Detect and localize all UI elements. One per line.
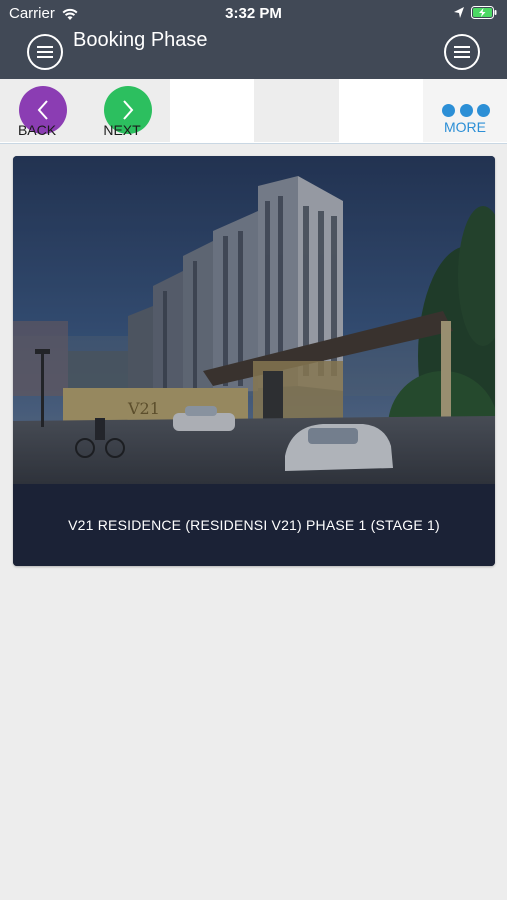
more-dots-icon <box>442 104 490 118</box>
page-title: Booking Phase <box>73 29 208 51</box>
chevron-right-icon <box>123 100 134 120</box>
back-button[interactable]: BACK <box>0 79 84 142</box>
dot <box>477 104 490 117</box>
more-button[interactable]: MORE <box>423 79 507 142</box>
back-label: BACK <box>17 122 57 138</box>
dot <box>459 104 473 117</box>
clock: 3:32 PM <box>225 5 282 22</box>
toolbar-empty-slot <box>170 79 254 142</box>
status-icons <box>453 6 497 19</box>
nav-bar: Booking Phase <box>0 28 507 79</box>
next-button[interactable]: NEXT <box>84 79 170 142</box>
toolbar-empty-slot <box>254 79 339 142</box>
battery-charging-icon <box>471 6 497 19</box>
next-label: NEXT <box>103 122 141 138</box>
menu-button-left[interactable] <box>27 34 63 70</box>
phase-caption: V21 RESIDENCE (RESIDENSI V21) PHASE 1 (S… <box>13 484 495 566</box>
menu-button-right[interactable] <box>444 34 480 70</box>
menu-icon <box>454 46 470 58</box>
header: Carrier 3:32 PM Booking Phase <box>0 0 507 79</box>
dot <box>442 104 455 117</box>
location-arrow-icon <box>454 7 464 18</box>
phase-image: V21 <box>13 156 495 484</box>
toolbar-empty-slot <box>339 79 423 142</box>
toolbar: BACK NEXT MORE <box>0 79 507 144</box>
chevron-left-icon <box>37 100 48 120</box>
status-bar: Carrier 3:32 PM <box>0 0 507 28</box>
menu-icon <box>37 46 53 58</box>
more-label: MORE <box>444 119 486 135</box>
phase-card[interactable]: V21 V21 RESIDENCE (RESIDENSI V21) PHASE … <box>13 156 495 566</box>
